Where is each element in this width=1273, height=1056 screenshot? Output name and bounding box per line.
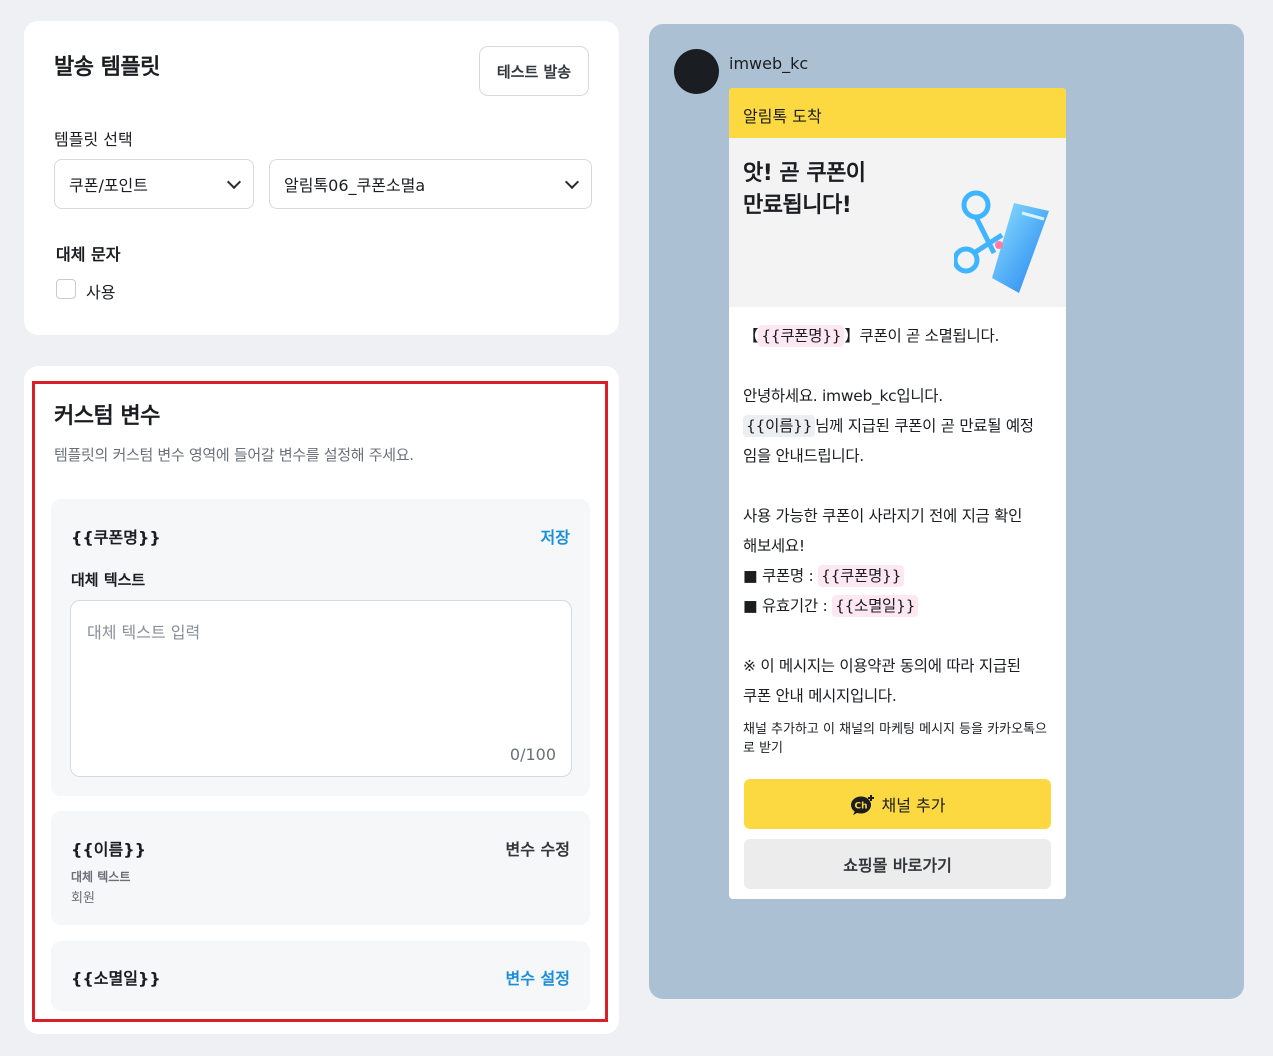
template-select-label: 템플릿 선택 xyxy=(54,130,133,149)
alimtalk-message: 알림톡 도착 앗! 곧 쿠폰이 만료됩니다! 【 {{쿠폰명}} 】쿠폰이 곧 … xyxy=(729,88,1066,899)
use-fallback-checkbox[interactable] xyxy=(56,279,76,299)
test-send-button[interactable]: 테스트 발송 xyxy=(479,46,589,96)
avatar xyxy=(674,49,719,94)
coupon-scissors-icon xyxy=(954,190,1049,293)
message-text: 【 xyxy=(743,327,759,345)
channel-add-label: 채널 추가 xyxy=(881,796,946,815)
character-count: 0/100 xyxy=(509,745,556,764)
message-banner: 앗! 곧 쿠폰이 만료됩니다! xyxy=(729,138,1066,307)
message-header: 알림톡 도착 xyxy=(729,88,1066,138)
chevron-down-icon xyxy=(564,174,580,189)
custom-variables-title: 커스텀 변수 xyxy=(54,404,160,429)
variable-chip: {{소멸일}} xyxy=(832,595,919,617)
fallback-heading: 대체 문자 xyxy=(56,245,121,264)
message-text: 】쿠폰이 곧 소멸됩니다. xyxy=(844,327,1000,345)
kakao-channel-icon: Ch xyxy=(850,793,874,815)
banner-title: 앗! 곧 쿠폰이 만료됩니다! xyxy=(743,158,866,222)
template-card-title: 발송 템플릿 xyxy=(54,55,160,80)
message-line: 안녕하세요. imweb_kc입니다. xyxy=(743,387,943,405)
variable-name: {{이름}} xyxy=(71,840,147,859)
message-line: 【{{쿠폰명}} 】쿠폰이 곧 소멸됩니다. xyxy=(743,321,999,351)
fallback-text-input[interactable]: 대체 텍스트 입력 0/100 xyxy=(70,600,572,777)
use-fallback-label[interactable]: 사용 xyxy=(86,279,115,303)
fallback-text-label: 대체 텍스트 xyxy=(71,870,131,884)
set-variable-button[interactable]: 변수 설정 xyxy=(506,965,570,989)
message-line: ■ 쿠폰명 : {{쿠폰명}} xyxy=(743,561,905,591)
message-line: 해보세요! xyxy=(743,537,805,555)
category-select-value: 쿠폰/포인트 xyxy=(69,176,148,195)
fallback-text-value: 회원 xyxy=(71,891,95,906)
template-select[interactable]: 알림톡06_쿠폰소멸a xyxy=(269,159,592,209)
message-line: ■ 유효기간 : {{소멸일}} xyxy=(743,591,919,621)
variable-item: {{소멸일}} 변수 설정 xyxy=(51,941,590,1011)
variable-chip: {{쿠폰명}} xyxy=(818,565,905,587)
variable-name: {{쿠폰명}} xyxy=(71,528,161,547)
message-text: ■ 유효기간 : xyxy=(743,597,832,615)
variable-chip: {{이름}} xyxy=(743,415,816,437)
save-button[interactable]: 저장 xyxy=(541,524,570,548)
message-line: ※ 이 메시지는 이용약관 동의에 따라 지급된 xyxy=(743,657,1021,675)
message-line: {{이름}} 님께 지급된 쿠폰이 곧 만료될 예정 xyxy=(743,411,1034,441)
message-line: 쿠폰 안내 메시지입니다. xyxy=(743,687,897,705)
message-line: 사용 가능한 쿠폰이 사라지기 전에 지금 확인 xyxy=(743,507,1023,525)
channel-add-button[interactable]: Ch 채널 추가 xyxy=(744,779,1051,829)
variable-name: {{소멸일}} xyxy=(71,969,161,988)
variable-item: {{이름}} 변수 수정 대체 텍스트 회원 xyxy=(51,811,590,925)
message-line: 임을 안내드립니다. xyxy=(743,447,864,465)
template-select-value: 알림톡06_쿠폰소멸a xyxy=(284,176,426,195)
chevron-down-icon xyxy=(226,174,242,189)
fallback-text-label: 대체 텍스트 xyxy=(71,571,146,589)
variable-chip: {{쿠폰명}} xyxy=(758,325,845,347)
sender-name: imweb_kc xyxy=(729,54,809,73)
message-text: 님께 지급된 쿠폰이 곧 만료될 예정 xyxy=(815,417,1034,435)
custom-variables-card: 커스텀 변수 템플릿의 커스텀 변수 영역에 들어갈 변수를 설정해 주세요. … xyxy=(24,366,619,1034)
banner-line: 앗! 곧 쿠폰이 xyxy=(743,161,866,186)
svg-text:Ch: Ch xyxy=(854,802,867,812)
category-select[interactable]: 쿠폰/포인트 xyxy=(54,159,254,209)
message-text: ■ 쿠폰명 : xyxy=(743,567,819,585)
template-card: 발송 템플릿 테스트 발송 템플릿 선택 쿠폰/포인트 알림톡06_쿠폰소멸a … xyxy=(24,21,619,335)
message-preview: imweb_kc 알림톡 도착 앗! 곧 쿠폰이 만료됩니다! 【 {{쿠폰명}… xyxy=(649,24,1244,999)
fallback-text-placeholder: 대체 텍스트 입력 xyxy=(87,623,201,642)
channel-note: 채널 추가하고 이 채널의 마케팅 메시지 등을 카카오톡으로 받기 xyxy=(743,722,1048,756)
banner-line: 만료됩니다! xyxy=(743,193,852,218)
shop-link-button[interactable]: 쇼핑몰 바로가기 xyxy=(744,839,1051,889)
variable-item: {{쿠폰명}} 저장 대체 텍스트 대체 텍스트 입력 0/100 xyxy=(51,499,590,796)
edit-variable-button[interactable]: 변수 수정 xyxy=(506,836,570,860)
custom-variables-description: 템플릿의 커스텀 변수 영역에 들어갈 변수를 설정해 주세요. xyxy=(54,446,414,464)
